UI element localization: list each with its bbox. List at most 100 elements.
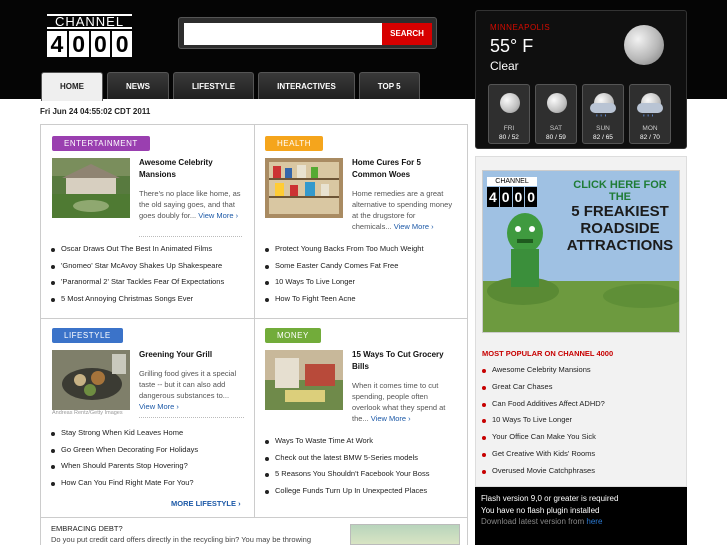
current-date: Fri Jun 24 04:55:02 CDT 2011	[40, 107, 151, 116]
tab-news[interactable]: NEWS	[107, 72, 169, 99]
list-item[interactable]: 5 Reasons You Shouldn't Facebook Your Bo…	[265, 466, 429, 483]
flash-download-line: Download latest version from here	[481, 516, 681, 528]
forecast-temps: 80 / 52	[499, 134, 519, 141]
search-bar: SEARCH	[178, 17, 437, 49]
list-item[interactable]: Ways To Waste Time At Work	[265, 433, 429, 450]
entertainment-headline[interactable]: Awesome Celebrity Mansions	[139, 157, 234, 181]
grocery-photo[interactable]	[265, 350, 343, 410]
tab-interactives[interactable]: INTERACTIVES	[258, 72, 355, 99]
tab-home[interactable]: HOME	[41, 72, 103, 101]
rain-icon	[637, 93, 663, 123]
ad-logo-digit: 0	[499, 187, 512, 207]
ad-logo: CHANNEL 4 0 0 0	[487, 177, 537, 209]
bottom-heading[interactable]: EMBRACING DEBT?	[51, 524, 123, 533]
list-item[interactable]: College Funds Turn Up In Unexpected Plac…	[265, 483, 429, 500]
money-headline[interactable]: 15 Ways To Cut Grocery Bills	[352, 349, 457, 373]
entertainment-badge[interactable]: ENTERTAINMENT	[52, 136, 150, 151]
flash-line: Flash version 9,0 or greater is required	[481, 494, 619, 503]
flash-download-link[interactable]: here	[586, 517, 602, 526]
tab-lifestyle[interactable]: LIFESTYLE	[173, 72, 255, 99]
search-button[interactable]: SEARCH	[382, 23, 432, 45]
view-more-link[interactable]: View More ›	[198, 211, 238, 220]
list-item[interactable]: Oscar Draws Out The Best In Animated Fil…	[51, 241, 224, 258]
more-lifestyle-link[interactable]: MORE LIFESTYLE ›	[171, 499, 241, 508]
lifestyle-headline[interactable]: Greening Your Grill	[139, 349, 244, 361]
logo-text: CHANNEL	[47, 14, 132, 29]
lifestyle-badge[interactable]: LIFESTYLE	[52, 328, 123, 343]
list-item[interactable]: 'Paranormal 2' Star Tackles Fear Of Expe…	[51, 274, 224, 291]
column-divider	[254, 125, 255, 517]
list-item[interactable]: 5 Most Annoying Christmas Songs Ever	[51, 291, 224, 308]
story-divider	[139, 417, 244, 418]
forecast-temps: 82 / 70	[640, 134, 660, 141]
popular-item[interactable]: Awesome Celebrity Mansions	[482, 362, 605, 379]
health-list: Protect Young Backs From Too Much Weight…	[265, 241, 424, 307]
forecast-temps: 80 / 59	[546, 134, 566, 141]
story-divider	[139, 236, 242, 237]
popular-item[interactable]: Get Creative With Kids' Rooms	[482, 446, 605, 463]
view-more-link[interactable]: View More ›	[394, 222, 434, 231]
view-more-link[interactable]: View More ›	[139, 402, 179, 411]
list-item[interactable]: Protect Young Backs From Too Much Weight	[265, 241, 424, 258]
pantry-photo[interactable]	[265, 158, 343, 218]
ad-logo-digit: 0	[512, 187, 525, 207]
row-divider	[41, 318, 468, 319]
forecast-temps: 82 / 65	[593, 134, 613, 141]
ad-text: CLICK HERE FOR THE 5 FREAKIEST ROADSIDE …	[561, 179, 679, 254]
view-more-link[interactable]: View More ›	[371, 414, 411, 423]
lifestyle-summary: Grilling food gives it a special taste -…	[139, 368, 245, 412]
ad-logo-digit: 0	[525, 187, 537, 207]
flash-download-text: Download latest version from	[481, 517, 585, 526]
weather-temp: 55° F	[490, 36, 534, 56]
logo-digits: 4 0 0 0	[47, 31, 132, 57]
popular-item[interactable]: Can Food Additives Affect ADHD?	[482, 396, 605, 413]
list-item[interactable]: When Should Parents Stop Hovering?	[51, 458, 198, 475]
logo-digit: 0	[68, 31, 89, 57]
channel-4000-logo[interactable]: CHANNEL 4 0 0 0	[47, 14, 132, 59]
entertainment-summary: There's no place like home, as the old s…	[139, 188, 242, 221]
tab-top-5[interactable]: TOP 5	[358, 72, 420, 99]
grill-photo[interactable]	[52, 350, 130, 410]
logo-digit: 4	[47, 31, 67, 57]
forecast-day[interactable]: FRI 80 / 52	[488, 84, 530, 144]
list-item[interactable]: 10 Ways To Live Longer	[265, 274, 424, 291]
popular-item[interactable]: Your Office Can Make You Sick	[482, 429, 605, 446]
forecast-day-label: SAT	[549, 125, 563, 132]
search-input[interactable]	[184, 23, 383, 45]
ad-line: CLICK HERE FOR THE	[573, 179, 667, 203]
roadside-attractions-ad[interactable]: CHANNEL 4 0 0 0 CLICK HERE FOR THE 5 FRE…	[482, 170, 680, 333]
popular-item[interactable]: Great Car Chases	[482, 379, 605, 396]
ad-logo-text: CHANNEL	[487, 177, 537, 186]
bottom-story-photo[interactable]	[350, 524, 460, 545]
logo-digit: 0	[90, 31, 111, 57]
popular-item[interactable]: 10 Ways To Live Longer	[482, 412, 605, 429]
list-item[interactable]: Stay Strong When Kid Leaves Home	[51, 425, 198, 442]
popular-item[interactable]: Overused Movie Catchphrases	[482, 463, 605, 480]
main-nav: HOME NEWS LIFESTYLE INTERACTIVES TOP 5	[41, 72, 420, 101]
moon-icon	[547, 93, 567, 113]
list-item[interactable]: How Can You Find Right Mate For You?	[51, 475, 198, 492]
weather-widget[interactable]: MINNEAPOLIS 55° F Clear FRI 80 / 52 SAT …	[475, 10, 687, 149]
money-list: Ways To Waste Time At Work Check out the…	[265, 433, 429, 499]
forecast-day[interactable]: MON 82 / 70	[629, 84, 671, 144]
flash-line: You have no flash plugin installed	[481, 505, 600, 515]
entertainment-list: Oscar Draws Out The Best In Animated Fil…	[51, 241, 224, 307]
mansion-photo[interactable]	[52, 158, 130, 218]
health-badge[interactable]: HEALTH	[265, 136, 323, 151]
money-badge[interactable]: MONEY	[265, 328, 321, 343]
health-summary: Home remedies are a great alternative to…	[352, 188, 457, 232]
list-item[interactable]: Some Easter Candy Comes Fat Free	[265, 258, 424, 275]
forecast-day-label: SUN	[596, 125, 610, 132]
list-item[interactable]: Check out the latest BMW 5-Series models	[265, 450, 429, 467]
flash-notice: Flash version 9,0 or greater is required…	[475, 487, 687, 545]
forecast-day[interactable]: SUN 82 / 65	[582, 84, 624, 144]
photo-credit: Andreas Rentz/Getty Images	[52, 410, 123, 416]
ad-logo-digit: 4	[487, 187, 499, 207]
weather-forecast: FRI 80 / 52 SAT 80 / 59 SUN 82 / 65 MON …	[488, 84, 671, 144]
forecast-day[interactable]: SAT 80 / 59	[535, 84, 577, 144]
list-item[interactable]: 'Gnomeo' Star McAvoy Shakes Up Shakespea…	[51, 258, 224, 275]
health-headline[interactable]: Home Cures For 5 Common Woes	[352, 157, 442, 181]
list-item[interactable]: How To Fight Teen Acne	[265, 291, 424, 308]
list-item[interactable]: Go Green When Decorating For Holidays	[51, 442, 198, 459]
lifestyle-list: Stay Strong When Kid Leaves Home Go Gree…	[51, 425, 198, 491]
